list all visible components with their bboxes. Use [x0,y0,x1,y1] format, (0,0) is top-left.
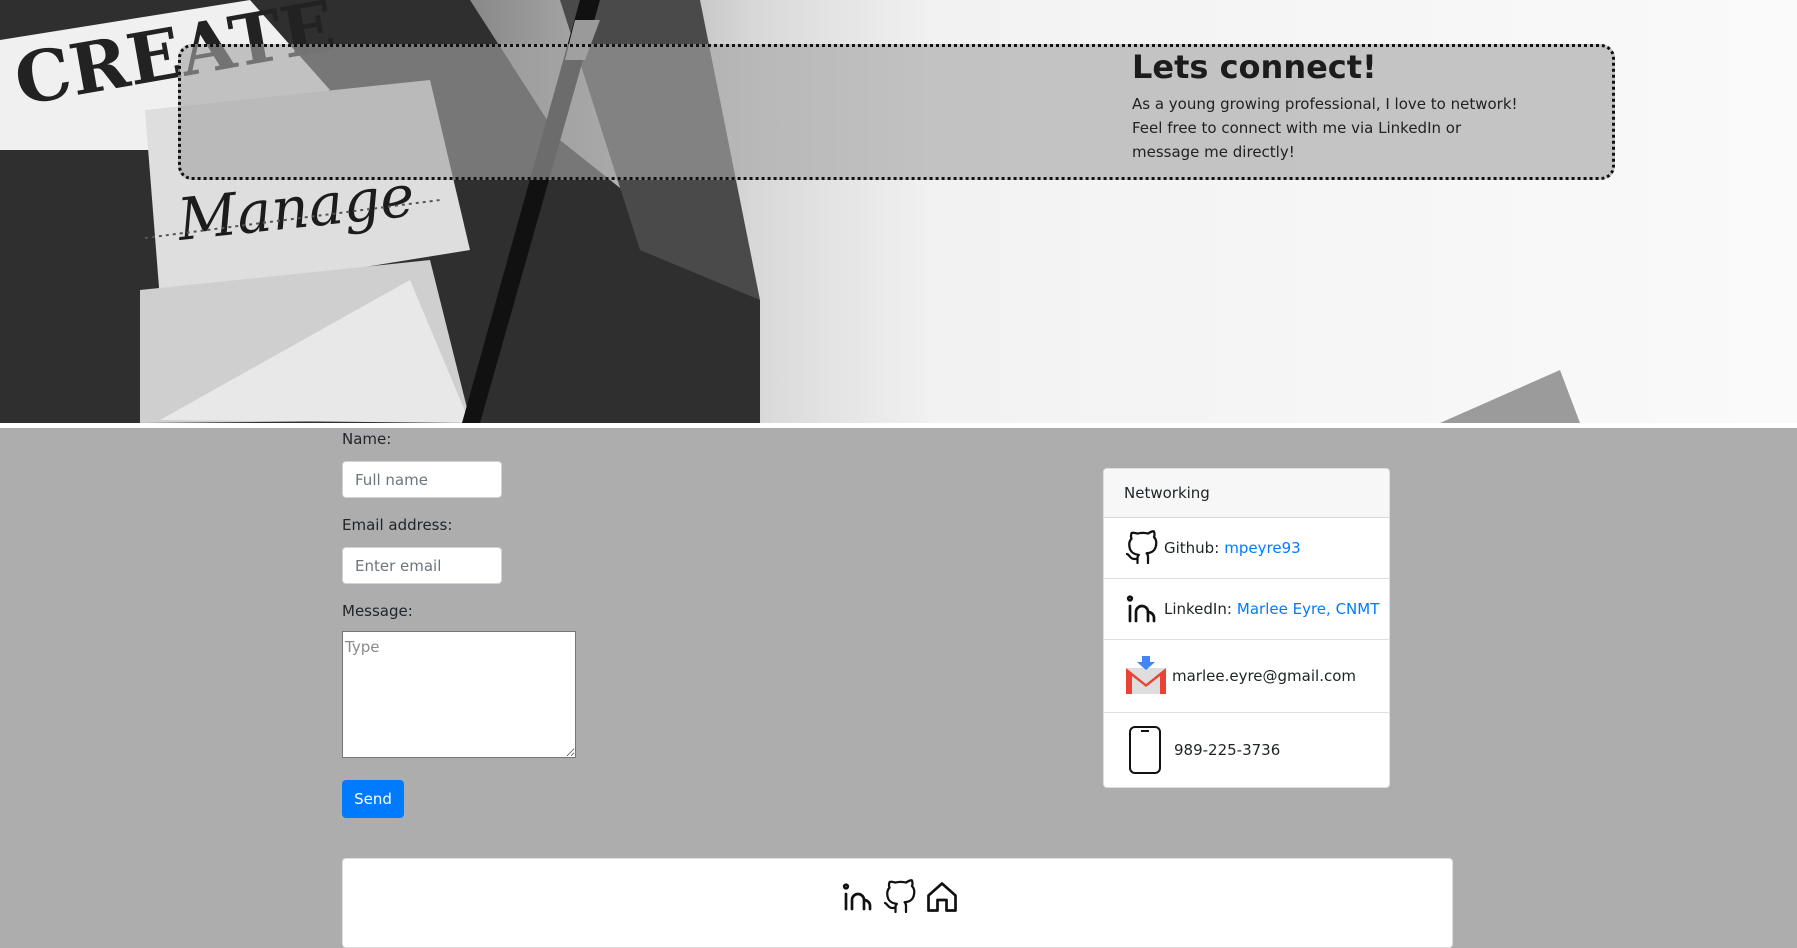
hero-divider [0,423,1797,428]
page-title: Lets connect! [1132,48,1377,86]
email-input[interactable] [342,547,502,584]
linkedin-icon [1124,591,1160,627]
footer [342,858,1453,948]
linkedin-label: LinkedIn: [1164,600,1232,618]
github-link[interactable]: mpeyre93 [1224,539,1300,557]
hero-banner: CREATE Manage Lets connect! As a young g… [0,0,1797,423]
name-label: Name: [342,430,392,448]
send-button[interactable]: Send [342,780,404,818]
linkedin-link[interactable]: Marlee Eyre, CNMT [1237,600,1379,618]
linkedin-icon[interactable] [840,879,876,915]
footer-icon-row [840,879,960,915]
message-label: Message: [342,602,413,620]
github-icon [1124,530,1160,566]
github-icon[interactable] [882,879,918,915]
phone-item: 989-225-3736 [1104,713,1389,787]
github-label: Github: [1164,539,1220,557]
networking-header: Networking [1104,469,1389,518]
hero-description: As a young growing professional, I love … [1132,95,1518,161]
email-item: marlee.eyre@gmail.com [1104,640,1389,713]
email-address: marlee.eyre@gmail.com [1172,667,1356,685]
phone-icon [1128,725,1162,775]
email-label: Email address: [342,516,453,534]
networking-card: Networking Github: mpeyre93 LinkedIn: Ma… [1103,468,1390,788]
message-textarea[interactable] [342,631,576,758]
linkedin-item: LinkedIn: Marlee Eyre, CNMT [1104,579,1389,640]
github-item: Github: mpeyre93 [1104,518,1389,579]
gmail-icon [1124,656,1168,696]
name-input[interactable] [342,461,502,498]
home-icon[interactable] [924,879,960,915]
phone-number: 989-225-3736 [1174,741,1281,759]
